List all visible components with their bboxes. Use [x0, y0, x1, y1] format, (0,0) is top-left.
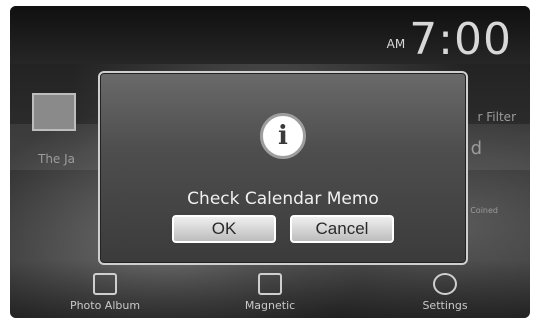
cancel-button[interactable]: Cancel	[290, 215, 394, 243]
dock: Photo Album Magnetic Settings	[10, 260, 530, 318]
ok-button[interactable]: OK	[172, 215, 276, 243]
dock-item-magnetic[interactable]: Magnetic	[215, 273, 325, 312]
dock-item-photo-album[interactable]: Photo Album	[50, 273, 160, 312]
clock-time: 7:00	[409, 14, 512, 65]
gear-icon	[433, 273, 457, 295]
screen: AM7:00 The Ja r Filter d Coined Photo Al…	[10, 6, 530, 318]
photo-album-icon	[93, 273, 117, 295]
dock-item-label: Photo Album	[69, 299, 141, 312]
background-right-mid: d	[470, 138, 482, 159]
dock-item-label: Magnetic	[244, 299, 296, 312]
background-right-label: r Filter	[477, 110, 516, 124]
background-left-label: The Ja	[38, 152, 76, 166]
magnetic-icon	[258, 273, 282, 295]
clock-ampm: AM	[386, 37, 406, 51]
background-right-small: Coined	[470, 206, 498, 215]
dock-item-settings[interactable]: Settings	[390, 273, 500, 312]
calendar-memo-dialog: i Check Calendar Memo OK Cancel	[98, 71, 468, 265]
dialog-message: Check Calendar Memo	[187, 189, 379, 209]
dock-item-label: Settings	[422, 299, 468, 312]
background-tile	[32, 93, 76, 131]
top-bar: AM7:00	[10, 6, 530, 65]
clock: AM7:00	[387, 14, 512, 65]
info-icon: i	[260, 113, 306, 159]
